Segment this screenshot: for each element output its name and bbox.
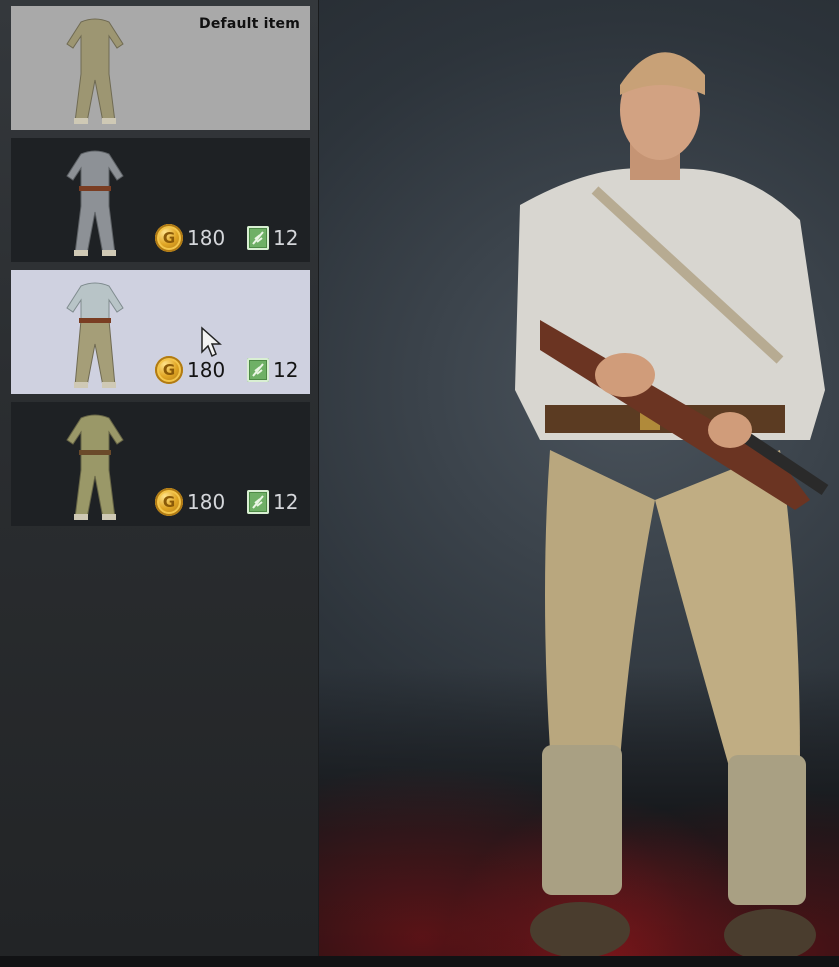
gold-price: G 180	[155, 488, 225, 516]
uniform-card-olive[interactable]: G 180 12	[11, 402, 310, 526]
uniform-thumbnail	[66, 18, 124, 124]
green-ticket-icon	[247, 358, 269, 382]
ticket-price: 12	[247, 224, 298, 252]
soldier-preview	[515, 52, 829, 961]
uniform-card-light[interactable]: G 180 12	[11, 270, 310, 394]
mouse-cursor-icon	[201, 326, 222, 358]
green-ticket-icon	[247, 490, 269, 514]
gold-price-value: 180	[187, 358, 226, 382]
ticket-price-value: 12	[273, 490, 299, 514]
gold-coin-icon: G	[155, 488, 183, 516]
gold-price: G 180	[155, 224, 225, 252]
gold-coin-icon: G	[155, 356, 183, 384]
ticket-price-value: 12	[273, 358, 299, 382]
uniform-card-grey[interactable]: G 180 12	[11, 138, 310, 262]
gold-price-value: 180	[187, 490, 226, 514]
gold-price: G 180	[155, 356, 225, 384]
ticket-price: 12	[247, 356, 298, 384]
uniform-thumbnail	[66, 282, 124, 388]
uniform-thumbnail	[66, 414, 124, 520]
gold-coin-icon: G	[155, 224, 183, 252]
uniform-thumbnail	[66, 150, 124, 256]
gold-price-value: 180	[187, 226, 226, 250]
ticket-price: 12	[247, 488, 298, 516]
green-ticket-icon	[247, 226, 269, 250]
bottom-edge	[0, 956, 839, 967]
uniform-card-default[interactable]: Default item	[11, 6, 310, 130]
ticket-price-value: 12	[273, 226, 299, 250]
default-item-label: Default item	[199, 16, 300, 32]
